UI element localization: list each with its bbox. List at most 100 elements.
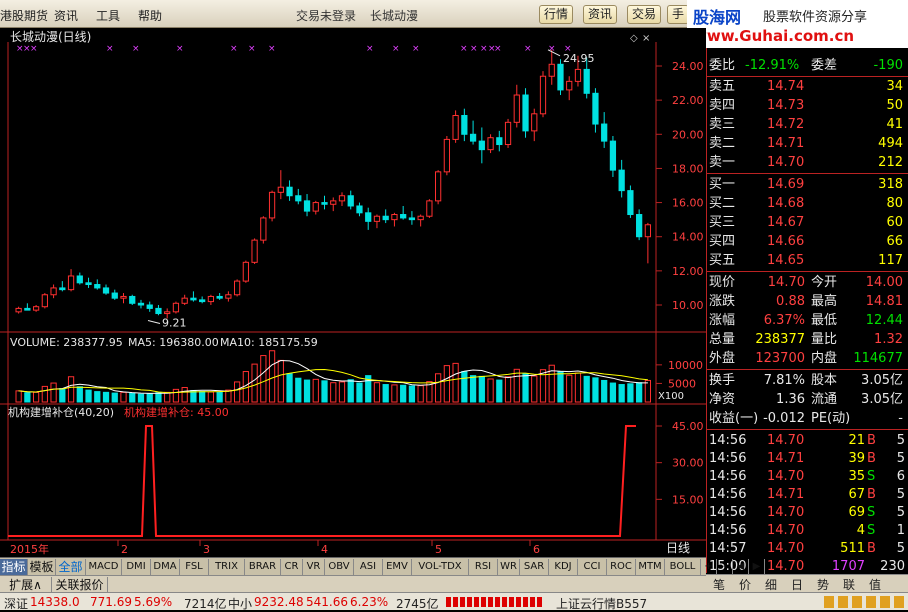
related-quotes-tab[interactable]: 关联报价 bbox=[52, 577, 108, 593]
sell-volume: 212 bbox=[878, 155, 903, 170]
month-label: 4 bbox=[321, 543, 328, 556]
volume-bar bbox=[59, 388, 66, 403]
nav-button[interactable]: - bbox=[717, 559, 733, 575]
signal-marker: × bbox=[176, 44, 184, 54]
volume-bar bbox=[295, 377, 302, 403]
cloud-status: 上证云行情B557 bbox=[556, 597, 648, 611]
candle-body bbox=[111, 292, 118, 299]
indicator-tab[interactable]: EMV bbox=[383, 559, 412, 575]
chart-settings-icon[interactable]: ◇ bbox=[630, 33, 638, 44]
indicator-tab[interactable]: MTM bbox=[636, 559, 665, 575]
candle-body bbox=[67, 275, 75, 291]
indicator-tab[interactable]: BOLL bbox=[665, 559, 701, 575]
detail-tab[interactable]: 势 bbox=[812, 576, 834, 593]
indicator-tab[interactable]: 指标 bbox=[0, 559, 28, 575]
tick-count: 6 bbox=[896, 469, 905, 484]
indicator-tab[interactable]: DMI bbox=[122, 559, 151, 575]
volume-bar bbox=[636, 382, 643, 403]
volume-bar bbox=[15, 390, 22, 403]
indicator-tab[interactable]: VOL-TDX bbox=[412, 559, 469, 575]
zx-label: 中小 bbox=[228, 597, 253, 611]
indicator-tab[interactable]: SAR bbox=[520, 559, 549, 575]
indicator-tab[interactable]: DMA bbox=[151, 559, 180, 575]
candle-body bbox=[216, 295, 223, 299]
indicator-tab[interactable]: 模板 bbox=[28, 559, 56, 575]
buy-price: 14.69 bbox=[767, 177, 805, 192]
candle-body bbox=[199, 299, 206, 303]
tick-count: 5 bbox=[896, 505, 905, 520]
expand-button[interactable]: 扩展∧ bbox=[0, 577, 52, 593]
sell-level-4: 卖四 14.73 50 bbox=[709, 96, 907, 115]
fund-value: - bbox=[898, 411, 903, 426]
buy-level-2: 买二 14.68 80 bbox=[709, 194, 907, 213]
detail-tab[interactable]: 联 bbox=[838, 576, 860, 593]
indicator-tab[interactable]: VR bbox=[303, 559, 325, 575]
stat-value: 123700 bbox=[755, 351, 805, 366]
indicator-tab[interactable]: OBV bbox=[325, 559, 354, 575]
chart-area[interactable]: 长城动漫(日线) ◇ × VOLUME: 238377.95 MA5: 1963… bbox=[0, 28, 706, 558]
menu-item-help[interactable]: 帮助 bbox=[138, 7, 162, 24]
fund-label: 流通 bbox=[811, 392, 838, 407]
stat-label: 最高 bbox=[811, 294, 838, 309]
candle-body bbox=[487, 137, 494, 151]
stat-row: 涨跌 0.88 最高 14.81 bbox=[709, 292, 907, 311]
detail-tab[interactable]: 日 bbox=[786, 576, 808, 593]
menu-item-tools[interactable]: 工具 bbox=[96, 7, 120, 24]
weicha-label: 委差 bbox=[811, 58, 838, 73]
tick-time: 14:56 bbox=[709, 487, 747, 502]
candle-body bbox=[417, 215, 424, 221]
tick-price: 14.71 bbox=[767, 451, 805, 466]
menu-item-news[interactable]: 资讯 bbox=[54, 7, 78, 24]
candle-body bbox=[347, 195, 354, 207]
period-label: 日线 bbox=[666, 541, 690, 555]
nav-button[interactable]: + bbox=[701, 559, 717, 575]
menu-item-futures[interactable]: 港股期货 bbox=[0, 7, 48, 24]
signal-marker: × bbox=[132, 44, 140, 54]
buy-volume: 318 bbox=[878, 177, 903, 192]
sell-level-2: 卖二 14.71 494 bbox=[709, 134, 907, 153]
stat-label: 外盘 bbox=[709, 351, 736, 366]
volume-bar bbox=[583, 375, 590, 403]
candle-body bbox=[50, 287, 57, 296]
indicator-tab[interactable]: FSL bbox=[180, 559, 209, 575]
fund-value: -0.012 bbox=[763, 411, 805, 426]
buy-price: 14.65 bbox=[767, 253, 805, 268]
toolbar-trade-button[interactable]: 交易 bbox=[627, 5, 662, 24]
candle-body bbox=[15, 307, 22, 313]
toolbar-news-button[interactable]: 资讯 bbox=[583, 5, 618, 24]
nav-button[interactable]: ▶ bbox=[749, 559, 765, 575]
indicator-tab[interactable]: CCI bbox=[578, 559, 607, 575]
weibi-row: 委比 -12.91% 委差 -190 bbox=[709, 56, 907, 75]
indicator-tab[interactable]: BRAR bbox=[245, 559, 281, 575]
tick-time: 14:56 bbox=[709, 451, 747, 466]
nav-button[interactable]: ◀ bbox=[733, 559, 749, 575]
sell-volume: 41 bbox=[886, 117, 903, 132]
detail-tab[interactable]: 值 bbox=[864, 576, 886, 593]
indicator-tab[interactable]: RSI bbox=[469, 559, 498, 575]
tick-row: 14:56 14.70 69 S 5 bbox=[709, 503, 907, 521]
volume-bar bbox=[644, 379, 652, 403]
chart-close-icon[interactable]: × bbox=[642, 33, 650, 44]
buy-price: 14.68 bbox=[767, 196, 805, 211]
candle-body bbox=[286, 186, 293, 197]
indicator-tab[interactable]: CR bbox=[281, 559, 303, 575]
kline-chart[interactable]: 长城动漫(日线) ◇ × VOLUME: 238377.95 MA5: 1963… bbox=[0, 28, 706, 558]
detail-tab[interactable]: 笔 bbox=[708, 576, 730, 593]
signal-marker: × bbox=[366, 44, 374, 54]
detail-tab[interactable]: 细 bbox=[760, 576, 782, 593]
indicator-tab[interactable]: 全部 bbox=[56, 559, 86, 575]
tick-volume: 511 bbox=[840, 541, 865, 556]
fundamental-row: 换手 7.81% 股本 3.05亿 bbox=[709, 371, 907, 390]
candle-body bbox=[496, 137, 503, 146]
indicator-tab[interactable]: ASI bbox=[354, 559, 383, 575]
toolbar-quotes-button[interactable]: 行情 bbox=[539, 5, 574, 24]
indicator-tab[interactable]: ROC bbox=[607, 559, 636, 575]
indicator-tab[interactable]: WR bbox=[498, 559, 520, 575]
indicator-tab[interactable]: KDJ bbox=[549, 559, 578, 575]
detail-tab[interactable]: 价 bbox=[734, 576, 756, 593]
indicator-tab[interactable]: MACD bbox=[86, 559, 122, 575]
indicator-tab[interactable]: TRIX bbox=[209, 559, 245, 575]
toolbar-more-button[interactable]: 手 bbox=[667, 5, 690, 24]
volume-bar bbox=[513, 368, 520, 403]
sell-volume: 494 bbox=[878, 136, 903, 151]
